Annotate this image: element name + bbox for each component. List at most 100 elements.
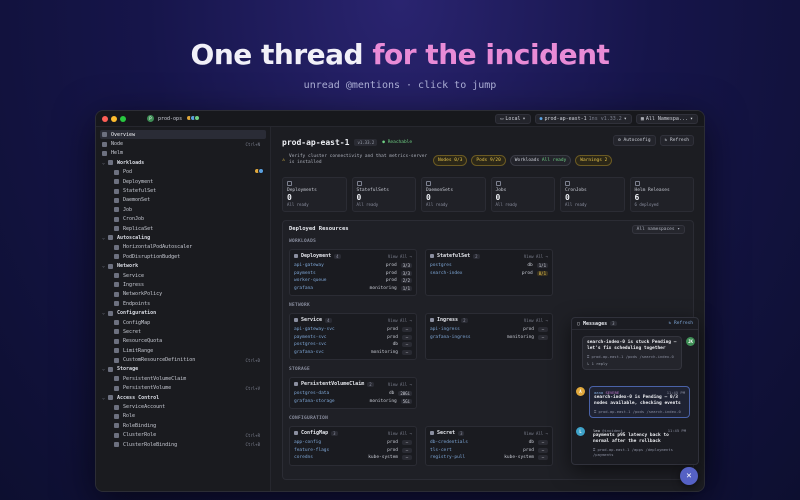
- table-row[interactable]: payments-svc prod —: [294, 334, 412, 342]
- resource-name[interactable]: coredns: [294, 455, 368, 460]
- pods-pill[interactable]: Pods 9/20: [471, 154, 506, 166]
- resource-name[interactable]: postgres: [430, 263, 527, 268]
- sidebar-item-service[interactable]: Service: [96, 271, 270, 280]
- sidebar-item-secret[interactable]: Secret: [96, 327, 270, 336]
- sidebar-item-clusterrolebinding[interactable]: ClusterRoleBinding Ctrl+B: [96, 440, 270, 449]
- namespace-selector[interactable]: ▦ All Namespa... ▾: [635, 114, 698, 124]
- view-all-link[interactable]: View All →: [388, 318, 412, 323]
- resource-name[interactable]: api-gateway: [294, 263, 386, 268]
- resource-name[interactable]: postgres-svc: [294, 342, 393, 347]
- summary-card-deployments[interactable]: Deployments 0 All ready: [282, 177, 347, 212]
- sidebar-item-helm[interactable]: Helm: [96, 149, 270, 158]
- sidebar-item-node[interactable]: Node Ctrl+N: [96, 139, 270, 148]
- sidebar-item-limitrange[interactable]: LimitRange: [96, 346, 270, 355]
- table-row[interactable]: search-index prod 0/1: [430, 270, 548, 278]
- context-switcher[interactable]: P prod-ops: [147, 114, 201, 123]
- sidebar-item-poddisruptionbudget[interactable]: PodDisruptionBudget: [96, 252, 270, 261]
- sidebar-item-network[interactable]: ⌄ Network: [96, 261, 270, 270]
- sidebar-item-workloads[interactable]: ⌄ Workloads: [96, 158, 270, 167]
- close-window-button[interactable]: [102, 115, 108, 122]
- summary-card-daemonsets[interactable]: DaemonSets 0 All ready: [421, 177, 486, 212]
- resource-name[interactable]: grafana-storage: [294, 399, 370, 404]
- sidebar-item-serviceaccount[interactable]: ServiceAccount: [96, 402, 270, 411]
- table-row[interactable]: grafana-svc monitoring —: [294, 349, 412, 357]
- sidebar-item-clusterrole[interactable]: ClusterRole Ctrl+R: [96, 431, 270, 440]
- view-all-link[interactable]: View All →: [524, 254, 548, 259]
- message-thread-starter[interactable]: search-index-0 is stuck Pending — let's …: [582, 336, 682, 370]
- resource-name[interactable]: grafana-ingress: [430, 335, 507, 340]
- nodes-pill[interactable]: Nodes 0/3: [433, 154, 468, 166]
- sidebar-item-persistentvolumeclaim[interactable]: PersistentVolumeClaim: [96, 374, 270, 383]
- sidebar-item-deployment[interactable]: Deployment: [96, 177, 270, 186]
- view-all-link[interactable]: View All →: [388, 431, 412, 436]
- sidebar-item-configuration[interactable]: ⌄ Configuration: [96, 308, 270, 317]
- resource-name[interactable]: worker-queue: [294, 278, 386, 283]
- messages-refresh-button[interactable]: ↻ Refresh: [669, 321, 693, 326]
- resource-name[interactable]: api-gateway-svc: [294, 327, 387, 332]
- sidebar-item-pod[interactable]: Pod: [96, 168, 270, 177]
- table-row[interactable]: api-gateway prod 3/3: [294, 262, 412, 270]
- sidebar-item-customresourcedefinition[interactable]: CustomResourceDefinition Ctrl+D: [96, 355, 270, 364]
- sidebar-item-endpoints[interactable]: Endpoints: [96, 299, 270, 308]
- table-row[interactable]: postgres-data db 20Gi: [294, 390, 412, 398]
- resource-name[interactable]: payments-svc: [294, 335, 387, 340]
- resource-name[interactable]: grafana-svc: [294, 350, 371, 355]
- sidebar-item-cronjob[interactable]: CronJob: [96, 215, 270, 224]
- workloads-pill[interactable]: Workloads All ready: [509, 154, 572, 166]
- refresh-button[interactable]: ↻ Refresh: [659, 135, 694, 146]
- sidebar-item-ingress[interactable]: Ingress: [96, 280, 270, 289]
- sidebar-item-statefulset[interactable]: StatefulSet: [96, 186, 270, 195]
- close-messages-button[interactable]: ✕: [680, 467, 698, 485]
- resource-name[interactable]: registry-pull: [430, 455, 504, 460]
- cluster-selector[interactable]: ● prod-ap-east-1 1ns v1.33.2 ▾: [534, 114, 632, 124]
- table-row[interactable]: api-ingress prod —: [430, 326, 548, 334]
- table-row[interactable]: grafana-ingress monitoring —: [430, 334, 548, 342]
- autoconfig-button[interactable]: ⚙ Autoconfig: [613, 135, 656, 146]
- sidebar-item-job[interactable]: Job: [96, 205, 270, 214]
- sidebar-item-persistentvolume[interactable]: PersistentVolume Ctrl+V: [96, 384, 270, 393]
- table-row[interactable]: api-gateway-svc prod —: [294, 326, 412, 334]
- resource-name[interactable]: grafana: [294, 286, 370, 291]
- table-row[interactable]: grafana monitoring 1/1: [294, 285, 412, 293]
- view-all-link[interactable]: View All →: [388, 254, 412, 259]
- resource-name[interactable]: payments: [294, 271, 386, 276]
- summary-card-cronjobs[interactable]: CronJobs 0 All ready: [560, 177, 625, 212]
- sidebar-item-storage[interactable]: ⌄ Storage: [96, 365, 270, 374]
- maximize-window-button[interactable]: [120, 115, 126, 122]
- sidebar-item-autoscaling[interactable]: ⌄ Autoscaling: [96, 233, 270, 242]
- sidebar-item-resourcequota[interactable]: ResourceQuota: [96, 337, 270, 346]
- table-row[interactable]: payments prod 3/3: [294, 270, 412, 278]
- sidebar-item-role[interactable]: Role: [96, 412, 270, 421]
- table-row[interactable]: grafana-storage monitoring 5Gi: [294, 398, 412, 406]
- table-row[interactable]: postgres db 1/1: [430, 262, 548, 270]
- warnings-pill[interactable]: Warnings 2: [575, 154, 613, 166]
- minimize-window-button[interactable]: [111, 115, 117, 122]
- summary-card-jobs[interactable]: Jobs 0 All ready: [490, 177, 555, 212]
- resource-name[interactable]: db-credentials: [430, 440, 529, 445]
- sidebar-item-access-control[interactable]: ⌄ Access Control: [96, 393, 270, 402]
- sidebar-item-configmap[interactable]: ConfigMap: [96, 318, 270, 327]
- view-all-link[interactable]: View All →: [388, 382, 412, 387]
- summary-card-helm-releases[interactable]: Helm Releases 6 6 deployed: [629, 177, 694, 212]
- table-row[interactable]: postgres-svc db —: [294, 341, 412, 349]
- local-selector[interactable]: ▭ Local ▾: [495, 114, 531, 124]
- table-row[interactable]: worker-queue prod 2/2: [294, 277, 412, 285]
- resource-name[interactable]: tls-cert: [430, 448, 523, 453]
- sidebar-item-networkpolicy[interactable]: NetworkPolicy: [96, 290, 270, 299]
- sidebar-item-daemonset[interactable]: DaemonSet: [96, 196, 270, 205]
- table-row[interactable]: registry-pull kube-system —: [430, 454, 548, 462]
- message-replies[interactable]: ↳ 1 reply: [587, 361, 677, 366]
- table-row[interactable]: app-config prod —: [294, 439, 412, 447]
- sidebar-item-replicaset[interactable]: ReplicaSet: [96, 224, 270, 233]
- sidebar-item-overview[interactable]: Overview: [100, 130, 266, 140]
- sidebar-item-horizontalpodautoscaler[interactable]: HorizontalPodAutoscaler: [96, 243, 270, 252]
- namespace-filter[interactable]: All namespaces ▾: [631, 225, 685, 234]
- table-row[interactable]: feature-flags prod —: [294, 447, 412, 455]
- view-all-link[interactable]: View All →: [524, 318, 548, 323]
- table-row[interactable]: tls-cert prod —: [430, 447, 548, 455]
- view-all-link[interactable]: View All →: [524, 431, 548, 436]
- summary-card-statefulsets[interactable]: StatefulSets 0 All ready: [351, 177, 416, 212]
- resource-name[interactable]: feature-flags: [294, 448, 387, 453]
- table-row[interactable]: coredns kube-system —: [294, 454, 412, 462]
- resource-name[interactable]: api-ingress: [430, 327, 523, 332]
